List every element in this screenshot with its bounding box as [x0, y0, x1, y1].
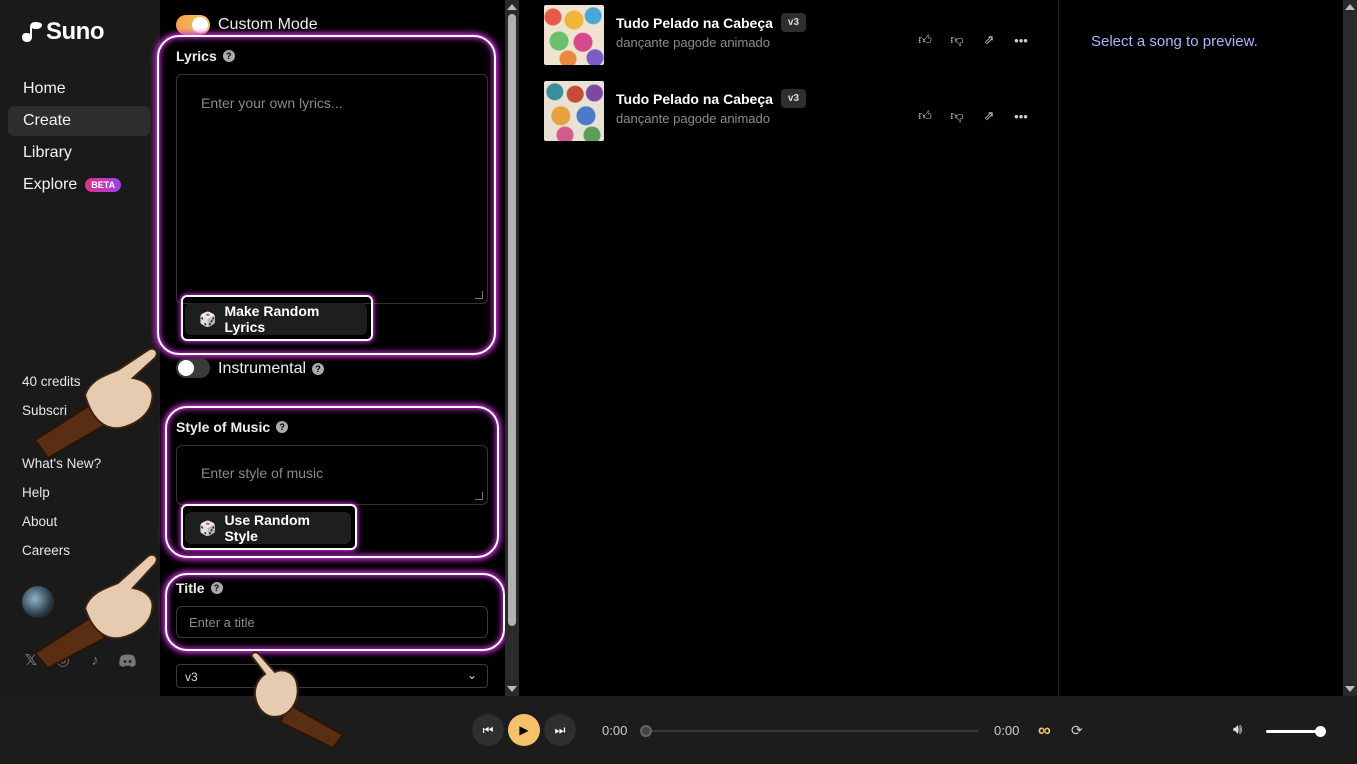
- more-options-icon[interactable]: •••: [1012, 107, 1030, 125]
- song-row[interactable]: Tudo Pelado na Cabeça v3 dançante pagode…: [544, 5, 1044, 67]
- song-title-row: Tudo Pelado na Cabeça v3: [616, 89, 807, 108]
- progress-bar[interactable]: [640, 725, 978, 737]
- lyrics-placeholder: Enter your own lyrics...: [201, 95, 343, 111]
- beta-badge: BETA: [85, 178, 122, 192]
- nav-library[interactable]: Library: [8, 138, 150, 168]
- play-button[interactable]: ▶: [508, 714, 540, 746]
- style-placeholder: Enter style of music: [201, 465, 324, 481]
- next-track-button[interactable]: ⏭: [544, 714, 576, 746]
- help-icon[interactable]: ?: [222, 50, 235, 62]
- custom-mode-toggle[interactable]: [176, 15, 210, 35]
- volume-icon[interactable]: 🔊︎: [1233, 721, 1242, 738]
- dice-icon: 🎲: [199, 310, 217, 327]
- duration: 0:00: [994, 723, 1020, 738]
- song-row[interactable]: Tudo Pelado na Cabeça v3 dançante pagode…: [544, 81, 1044, 143]
- volume-handle[interactable]: [1315, 726, 1326, 737]
- toggle-knob: [178, 360, 194, 376]
- thumbs-up-icon[interactable]: 👍︎: [916, 107, 934, 125]
- nav-create-label: Create: [23, 112, 72, 129]
- volume-slider[interactable]: [1266, 726, 1326, 737]
- song-title[interactable]: Tudo Pelado na Cabeça: [616, 91, 773, 107]
- share-icon[interactable]: ⇗: [980, 107, 998, 125]
- pointing-hand-icon: [33, 553, 158, 668]
- dice-icon: 🎲: [199, 519, 217, 536]
- song-title[interactable]: Tudo Pelado na Cabeça: [616, 15, 773, 31]
- nav-create[interactable]: Create: [8, 106, 150, 136]
- suno-logo[interactable]: Suno: [22, 18, 105, 46]
- model-select-value: v3: [185, 670, 198, 684]
- resize-handle[interactable]: [475, 291, 483, 299]
- style-label-text: Style of Music: [176, 419, 271, 435]
- scrollbar-thumb[interactable]: [508, 14, 516, 626]
- infinite-loop-icon[interactable]: ∞: [1038, 720, 1051, 741]
- create-panel-scrollbar[interactable]: [505, 0, 519, 696]
- style-label: Style of Music?: [176, 419, 289, 435]
- skip-forward-icon: ⏭: [554, 722, 566, 737]
- song-cover[interactable]: [544, 5, 604, 65]
- current-time: 0:00: [602, 723, 628, 738]
- song-cover[interactable]: [544, 81, 604, 141]
- instrumental-label-text: Instrumental: [218, 360, 307, 377]
- title-input[interactable]: Enter a title: [176, 606, 488, 638]
- help-icon[interactable]: ?: [312, 362, 325, 375]
- song-actions: 👍︎ 👎︎ ⇗ •••: [916, 31, 1030, 49]
- chevron-down-icon: ⌄: [466, 668, 477, 682]
- make-random-lyrics-label: Make Random Lyrics: [224, 303, 320, 335]
- share-icon[interactable]: ⇗: [980, 31, 998, 49]
- nav-explore[interactable]: Explore BETA: [8, 170, 150, 200]
- scroll-up-arrow[interactable]: [507, 4, 517, 10]
- song-title-row: Tudo Pelado na Cabeça v3: [616, 13, 807, 32]
- progress-handle[interactable]: [640, 725, 652, 737]
- play-icon: ▶: [519, 723, 529, 737]
- lyrics-input[interactable]: Enter your own lyrics...: [176, 74, 488, 304]
- title-label-text: Title: [176, 580, 205, 596]
- help-icon[interactable]: ?: [210, 582, 223, 594]
- title-placeholder: Enter a title: [189, 615, 255, 630]
- scroll-down-arrow[interactable]: [507, 686, 517, 692]
- nav-library-label: Library: [23, 144, 72, 161]
- make-random-lyrics-button[interactable]: 🎲 Make Random Lyrics: [185, 303, 367, 335]
- lyrics-label: Lyrics?: [176, 48, 235, 64]
- title-label: Title?: [176, 580, 223, 596]
- scroll-up-arrow[interactable]: [1345, 4, 1355, 10]
- use-random-style-button[interactable]: 🎲 Use Random Style: [185, 512, 351, 544]
- pointing-hand-icon: [250, 651, 345, 750]
- suno-logo-icon: [22, 22, 42, 42]
- resize-handle[interactable]: [475, 492, 483, 500]
- nav-home[interactable]: Home: [8, 74, 150, 104]
- style-input[interactable]: Enter style of music: [176, 445, 488, 505]
- song-style[interactable]: dançante pagode animado: [616, 35, 770, 50]
- more-options-icon[interactable]: •••: [1012, 31, 1030, 49]
- preview-empty-text: Select a song to preview.: [1091, 33, 1258, 50]
- page-scrollbar[interactable]: [1343, 0, 1357, 696]
- nav-explore-label: Explore: [23, 176, 78, 193]
- logo-text: Suno: [46, 18, 105, 45]
- player-bar: ⏮ ▶ ⏭ 0:00 0:00 ∞ ⟳ 🔊︎: [0, 696, 1357, 764]
- skip-back-icon: ⏮: [482, 722, 494, 737]
- nav-home-label: Home: [23, 80, 66, 97]
- song-actions: 👍︎ 👎︎ ⇗ •••: [916, 107, 1030, 125]
- instrumental-toggle[interactable]: [176, 358, 210, 378]
- pointing-hand-icon: [33, 347, 158, 460]
- custom-mode-label: Custom Mode: [218, 16, 318, 33]
- previous-track-button[interactable]: ⏮: [472, 714, 504, 746]
- song-preview-panel: Select a song to preview.: [1058, 0, 1343, 696]
- song-list: Tudo Pelado na Cabeça v3 dançante pagode…: [520, 0, 1058, 696]
- version-badge: v3: [780, 89, 807, 108]
- thumbs-down-icon[interactable]: 👎︎: [948, 31, 966, 49]
- use-random-style-label: Use Random Style: [224, 512, 311, 544]
- toggle-knob: [192, 17, 208, 33]
- thumbs-down-icon[interactable]: 👎︎: [948, 107, 966, 125]
- about-link[interactable]: About: [22, 514, 57, 529]
- scroll-down-arrow[interactable]: [1345, 686, 1355, 692]
- version-badge: v3: [780, 13, 807, 32]
- help-link[interactable]: Help: [22, 485, 50, 500]
- repeat-icon[interactable]: ⟳: [1071, 722, 1083, 739]
- help-icon[interactable]: ?: [276, 421, 289, 433]
- create-panel: Custom Mode Lyrics? Enter your own lyric…: [157, 0, 505, 696]
- instrumental-label: Instrumental?: [218, 360, 325, 378]
- lyrics-label-text: Lyrics: [176, 48, 217, 64]
- song-style[interactable]: dançante pagode animado: [616, 111, 770, 126]
- thumbs-up-icon[interactable]: 👍︎: [916, 31, 934, 49]
